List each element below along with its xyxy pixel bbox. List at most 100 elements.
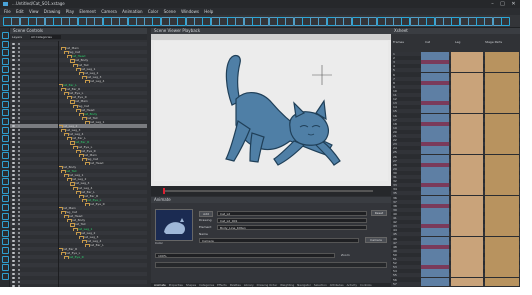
ik-icon[interactable] <box>285 17 295 26</box>
tab-animate[interactable]: Animate <box>154 283 166 287</box>
visibility-eye-icon[interactable] <box>12 141 15 144</box>
lock-icon[interactable] <box>18 51 20 54</box>
lock-icon[interactable] <box>18 190 20 193</box>
visibility-eye-icon[interactable] <box>12 227 15 230</box>
script-icon[interactable] <box>343 17 353 26</box>
playhead[interactable] <box>163 188 165 194</box>
lock-icon[interactable] <box>18 239 20 242</box>
visibility-eye-icon[interactable] <box>12 59 15 62</box>
lock-icon[interactable] <box>18 108 20 111</box>
loop-icon[interactable] <box>177 17 187 26</box>
xsheet-cell[interactable] <box>451 281 483 286</box>
transform-bar[interactable] <box>155 262 387 268</box>
visibility-eye-icon[interactable] <box>12 161 15 164</box>
lock-icon[interactable] <box>18 260 20 263</box>
line-tool-icon[interactable] <box>2 109 9 117</box>
visibility-eye-icon[interactable] <box>12 88 15 91</box>
visibility-eye-icon[interactable] <box>12 51 15 54</box>
lock-icon[interactable] <box>18 100 20 103</box>
close-button[interactable]: ✕ <box>509 0 518 8</box>
visibility-eye-icon[interactable] <box>12 149 15 152</box>
lock-icon[interactable] <box>18 47 20 50</box>
visibility-eye-icon[interactable] <box>12 268 15 271</box>
lock-icon[interactable] <box>18 268 20 271</box>
camera-viewer[interactable] <box>151 34 391 186</box>
perspective-tool-icon[interactable] <box>2 255 9 263</box>
tab-shapes[interactable]: Shapes <box>186 283 196 287</box>
lock-icon[interactable] <box>18 174 20 177</box>
lock-icon[interactable] <box>18 112 20 115</box>
visibility-eye-icon[interactable] <box>12 194 15 197</box>
visibility-eye-icon[interactable] <box>12 133 15 136</box>
visibility-eye-icon[interactable] <box>12 264 15 267</box>
reposition-tool-icon[interactable] <box>2 229 9 237</box>
visibility-eye-icon[interactable] <box>12 211 15 214</box>
lock-icon[interactable] <box>18 211 20 214</box>
lock-icon[interactable] <box>18 194 20 197</box>
smooth-tool-icon[interactable] <box>2 247 9 254</box>
lock-icon[interactable] <box>18 178 20 181</box>
menu-edit[interactable]: Edit <box>16 8 24 15</box>
lock-icon[interactable] <box>18 59 20 62</box>
lock-icon[interactable] <box>18 256 20 259</box>
lock-icon[interactable] <box>18 276 20 279</box>
lock-icon[interactable] <box>18 215 20 218</box>
pencil-tool-icon[interactable] <box>2 66 9 74</box>
menu-drawing[interactable]: Drawing <box>44 8 61 15</box>
lock-icon[interactable] <box>18 67 20 70</box>
lock-icon[interactable] <box>18 43 20 45</box>
unlock-icon[interactable] <box>426 17 436 26</box>
tab-drawing-order[interactable]: Drawing Order <box>257 283 277 287</box>
visibility-eye-icon[interactable] <box>12 248 15 250</box>
lock-icon[interactable] <box>18 157 20 160</box>
visibility-eye-icon[interactable] <box>12 71 15 74</box>
lock-icon[interactable] <box>18 120 20 123</box>
visibility-eye-icon[interactable] <box>12 202 15 205</box>
xsheet-cell[interactable] <box>485 281 519 286</box>
drawing-field[interactable]: Cat_L2_001 <box>217 218 367 223</box>
tab-navigator[interactable]: Navigator <box>297 283 311 287</box>
visibility-eye-icon[interactable] <box>12 223 15 226</box>
visibility-eye-icon[interactable] <box>12 104 15 107</box>
category-dropdown[interactable]: All Categories <box>30 35 61 39</box>
lock-icon[interactable] <box>18 223 20 226</box>
menu-animation[interactable]: Animation <box>122 8 142 15</box>
envelope-tool-icon[interactable] <box>2 264 9 272</box>
bone-icon[interactable] <box>260 17 270 26</box>
visibility-eye-icon[interactable] <box>12 284 15 287</box>
visibility-eye-icon[interactable] <box>12 112 15 115</box>
lock-icon[interactable] <box>18 161 20 164</box>
visibility-eye-icon[interactable] <box>12 153 15 156</box>
lock-icon[interactable] <box>18 252 20 255</box>
menu-element[interactable]: Element <box>79 8 96 15</box>
visibility-eye-icon[interactable] <box>12 125 15 127</box>
menu-scene[interactable]: Scene <box>164 8 176 15</box>
transform-tool-icon[interactable] <box>2 178 9 186</box>
lock-icon[interactable] <box>18 231 20 234</box>
ellipse-tool-icon[interactable] <box>2 126 9 134</box>
lock-icon[interactable] <box>18 55 20 58</box>
visibility-eye-icon[interactable] <box>12 260 15 263</box>
lock-icon[interactable] <box>18 88 20 91</box>
element-field[interactable]: Body_Line_Kitten <box>217 225 367 230</box>
visibility-eye-icon[interactable] <box>12 63 15 66</box>
viewer-canvas[interactable] <box>154 41 388 181</box>
visibility-eye-icon[interactable] <box>12 252 15 255</box>
lock-icon[interactable] <box>18 129 20 132</box>
hand-icon[interactable] <box>119 17 129 26</box>
lock-icon[interactable] <box>18 84 20 86</box>
reset-button[interactable]: Reset <box>371 210 387 216</box>
menu-help[interactable]: Help <box>204 8 213 15</box>
paint-tool-icon[interactable] <box>2 92 9 100</box>
visibility-eye-icon[interactable] <box>12 92 15 95</box>
visibility-eye-icon[interactable] <box>12 84 15 86</box>
polyline-tool-icon[interactable] <box>2 135 9 143</box>
lock-icon[interactable] <box>18 149 20 152</box>
lock-icon[interactable] <box>18 170 20 173</box>
visibility-eye-icon[interactable] <box>12 272 15 275</box>
lock-icon[interactable] <box>18 198 20 201</box>
menu-view[interactable]: View <box>29 8 39 15</box>
text-tool-icon[interactable] <box>2 75 9 82</box>
lock-icon[interactable] <box>18 92 20 95</box>
visibility-eye-icon[interactable] <box>12 43 15 45</box>
